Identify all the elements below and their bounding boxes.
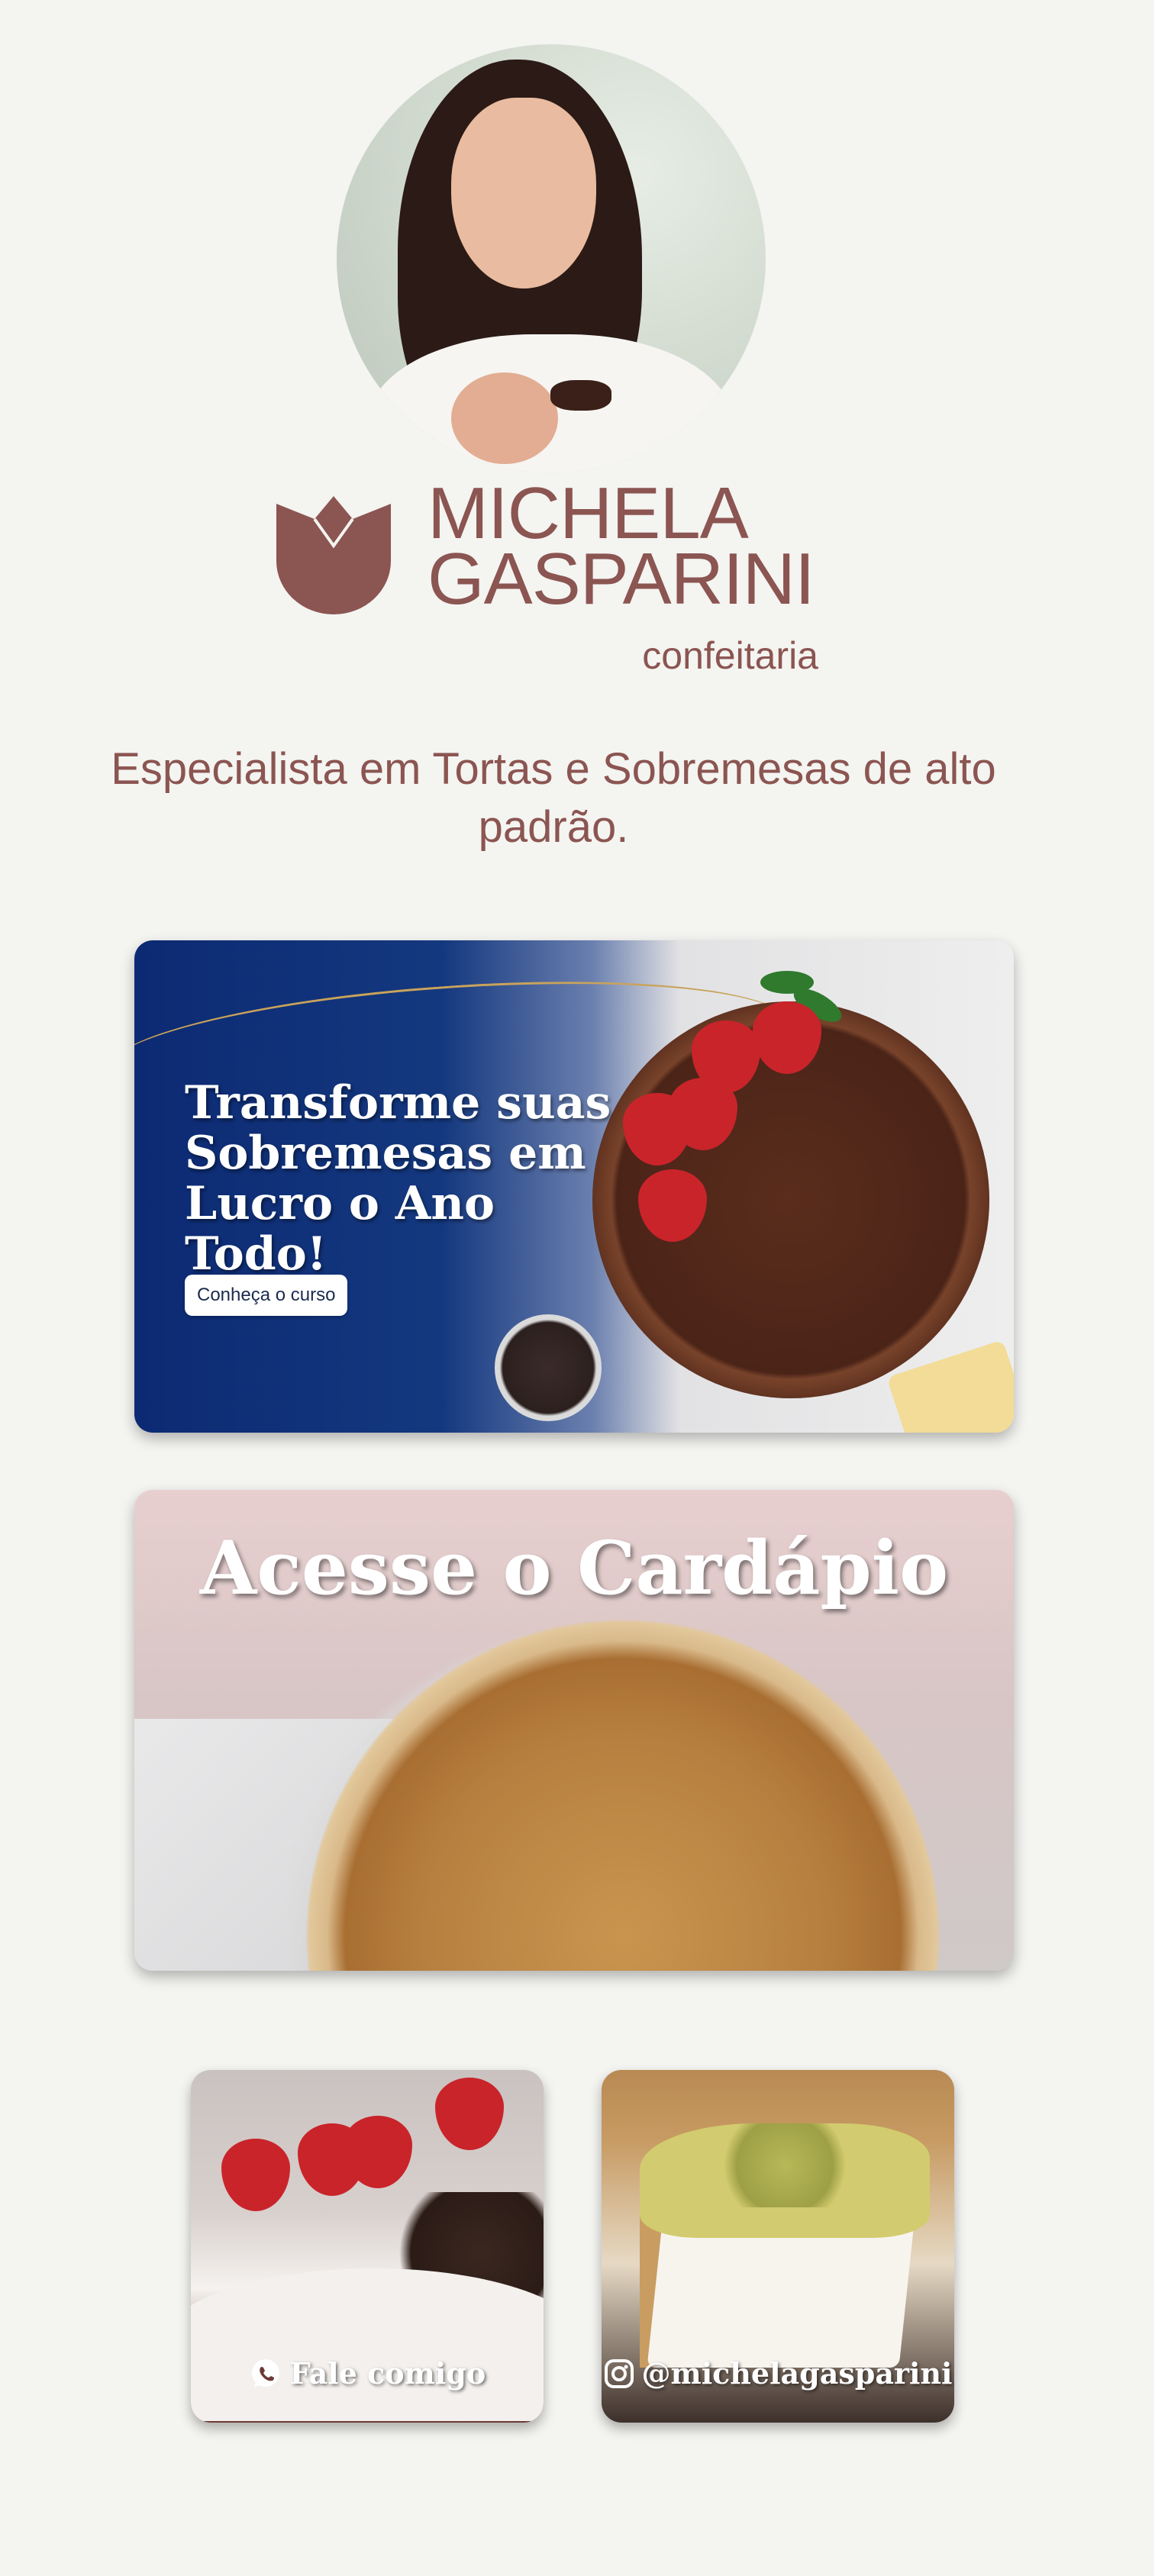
page: MICHELA GASPARINI confeitaria Especialis…: [0, 0, 1154, 2576]
pistachio-pieces: [708, 2123, 861, 2207]
page-edge: [1154, 0, 1168, 2576]
instagram-icon: [604, 2358, 634, 2388]
menu-title: Acesse o Cardápio: [199, 1525, 949, 1611]
whatsapp-icon: [251, 2358, 279, 2387]
instagram-tile[interactable]: @michelagasparini: [602, 2070, 954, 2423]
brand-name-line1: MICHELA: [428, 472, 749, 554]
whatsapp-tile[interactable]: Fale comigo: [191, 2070, 544, 2423]
tagline: Especialista em Tortas e Sobremesas de a…: [111, 744, 996, 852]
course-title: Transforme suas Sobremesas em Lucro o An…: [185, 1076, 611, 1281]
sprinkle-bowl-image: [495, 1314, 602, 1421]
cream-cake-image: [191, 2268, 544, 2421]
brand-name: MICHELA GASPARINI: [428, 472, 824, 620]
menu-banner[interactable]: Acesse o Cardápio: [134, 1490, 1014, 1971]
tulip-logo-icon: [276, 496, 391, 614]
whatsapp-label: Fale comigo: [191, 2356, 544, 2391]
strawberry-image: [435, 2078, 504, 2150]
instagram-label: @michelagasparini: [602, 2356, 954, 2391]
course-button[interactable]: Conheça o curso: [185, 1275, 348, 1316]
brand-name-line2: GASPARINI: [428, 538, 815, 620]
strawberry-image: [221, 2139, 290, 2211]
instagram-handle: @michelagasparini: [641, 2356, 953, 2391]
profile-photo: [337, 44, 766, 473]
brand-subtitle: confeitaria: [642, 634, 818, 677]
cheesecake-slice-image: [647, 2215, 915, 2368]
whatsapp-label-text: Fale comigo: [289, 2356, 486, 2391]
course-banner[interactable]: Transforme suas Sobremesas em Lucro o An…: [134, 940, 1014, 1433]
